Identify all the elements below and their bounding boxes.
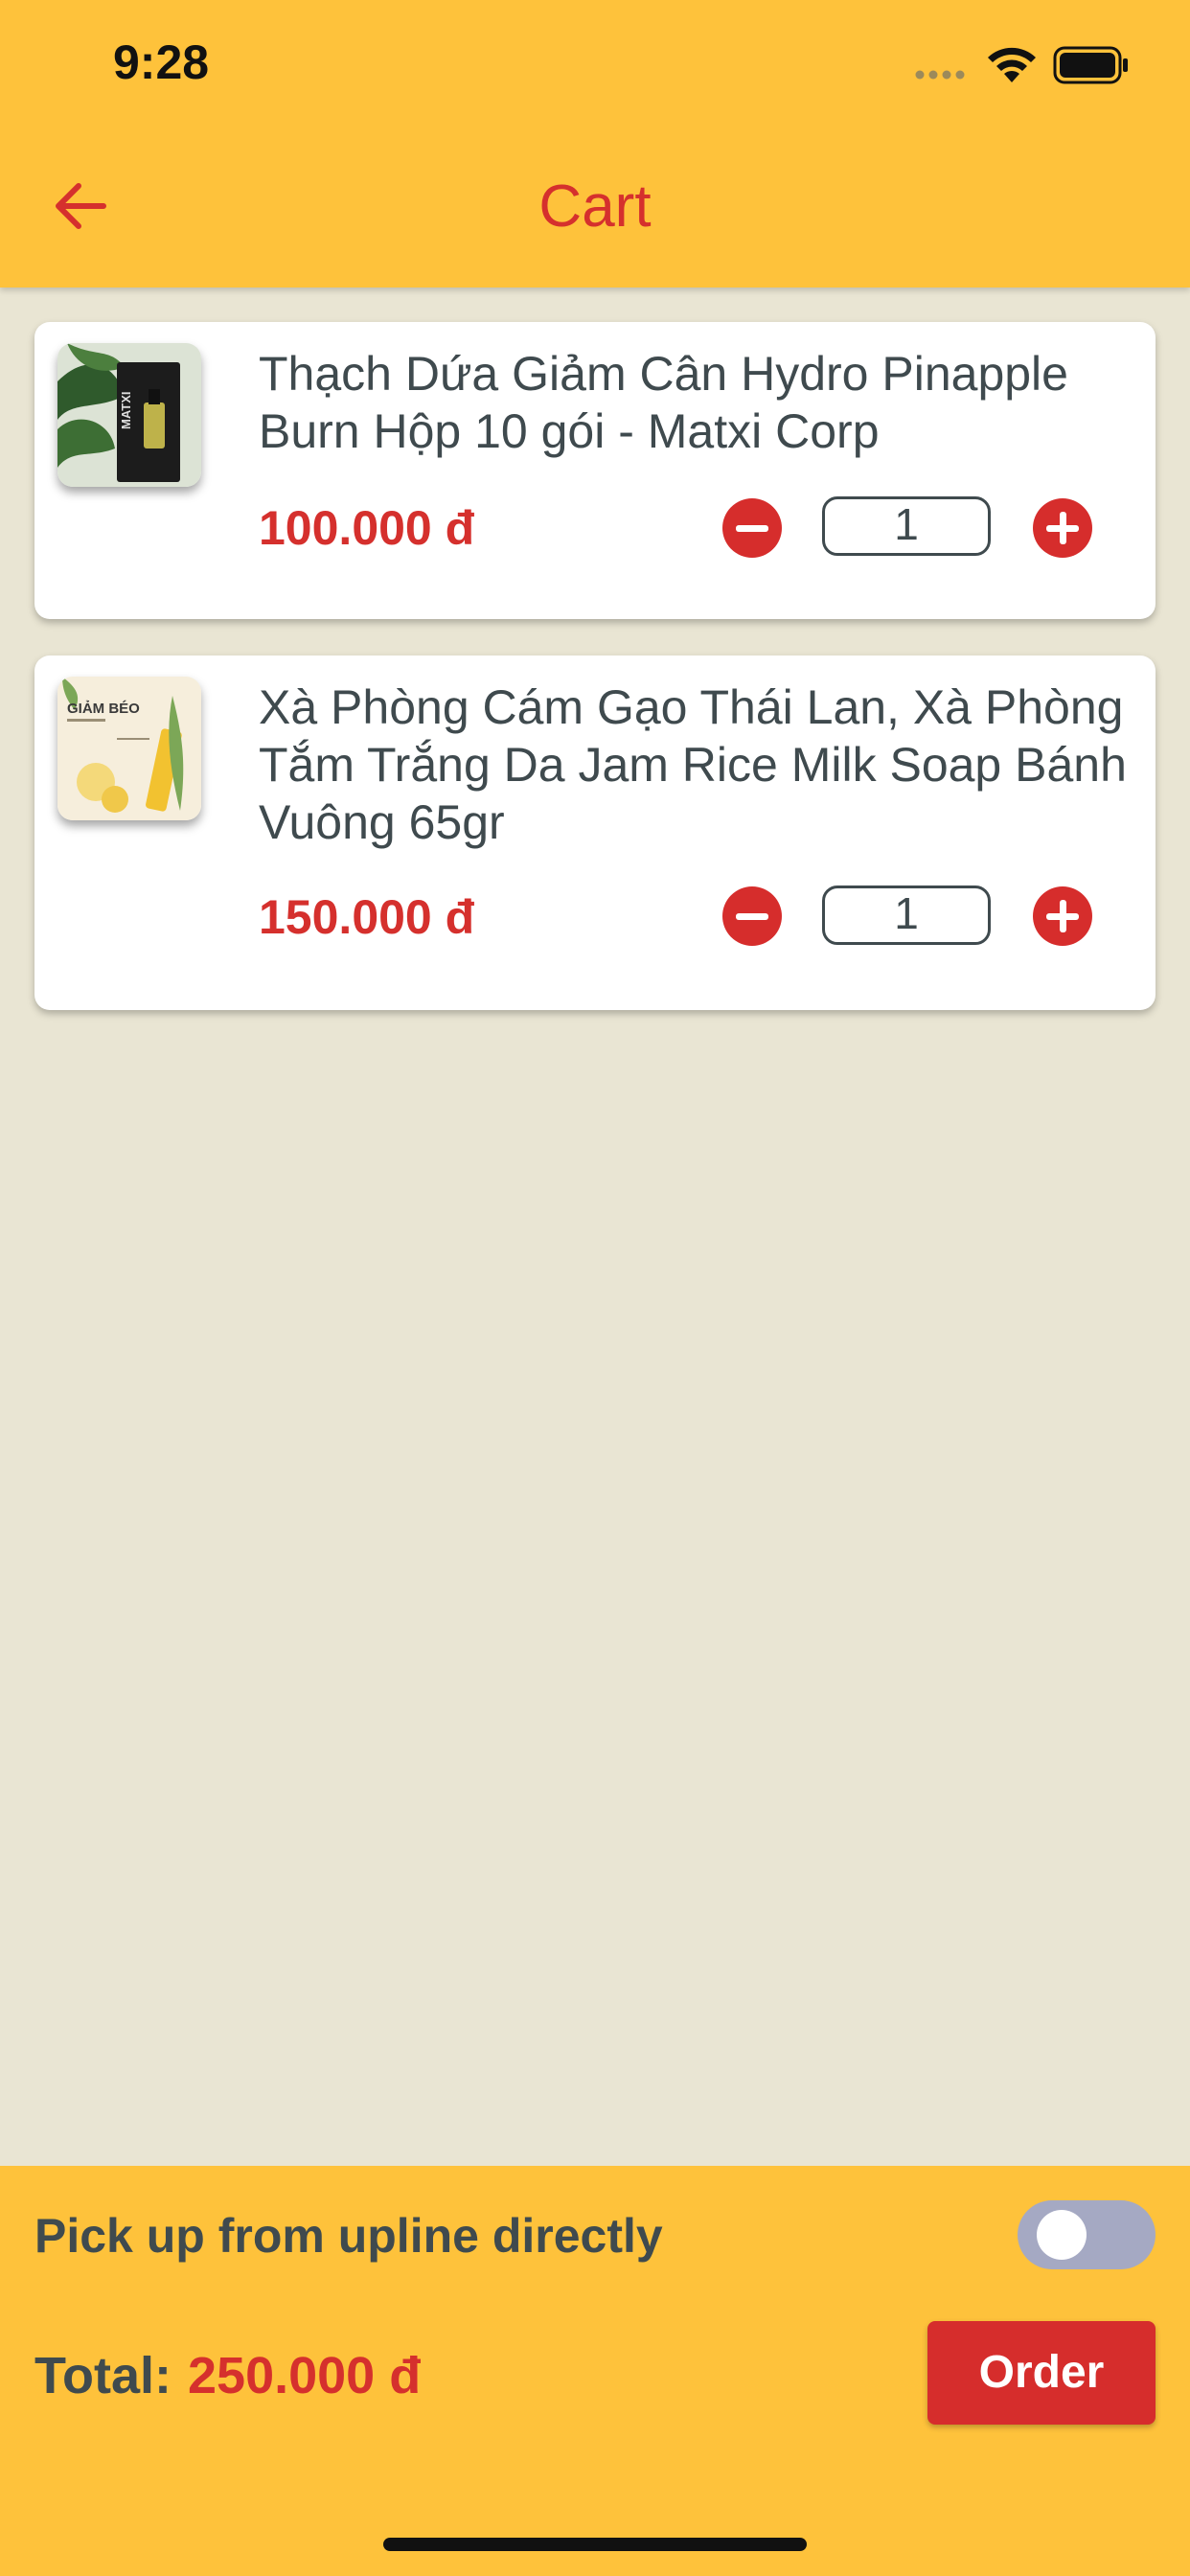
toggle-knob (1037, 2210, 1087, 2260)
increase-quantity-button[interactable] (1033, 498, 1092, 558)
checkout-panel: Pick up from upline directly Total: 250.… (0, 2166, 1190, 2576)
product-name[interactable]: Xà Phòng Cám Gạo Thái Lan, Xà Phòng Tắm … (259, 678, 1140, 851)
battery-icon (1053, 46, 1128, 84)
cart-item: GIẢM BÉO Xà Phòng Cám Gạo Thái Lan, Xà P… (34, 656, 1156, 1010)
product-thumbnail[interactable]: MATXI (57, 343, 201, 487)
quantity-field[interactable]: 1 (822, 886, 991, 945)
pickup-toggle[interactable] (1018, 2200, 1156, 2269)
quantity-field[interactable]: 1 (822, 496, 991, 556)
cart-item: MATXI Thạch Dứa Giảm Cân Hydro Pinapple … (34, 322, 1156, 619)
product-price: 150.000 đ (259, 890, 475, 944)
total-label: Total: (34, 2347, 172, 2404)
decrease-quantity-button[interactable] (722, 498, 782, 558)
product-name[interactable]: Thạch Dứa Giảm Cân Hydro Pinapple Burn H… (259, 345, 1140, 460)
product-price: 100.000 đ (259, 501, 475, 555)
top-app-bar: 9:28 Cart (0, 0, 1190, 288)
page-title: Cart (538, 173, 652, 240)
order-button[interactable]: Order (927, 2321, 1156, 2425)
svg-text:GIẢM BÉO: GIẢM BÉO (67, 701, 140, 717)
increase-quantity-button[interactable] (1033, 886, 1092, 946)
wifi-icon (988, 47, 1036, 82)
status-time: 9:28 (113, 35, 210, 89)
decrease-quantity-button[interactable] (722, 886, 782, 946)
svg-text:MATXI: MATXI (119, 392, 133, 429)
minus-icon (736, 913, 768, 920)
minus-icon (736, 525, 768, 532)
product-thumbnail[interactable]: GIẢM BÉO (57, 677, 201, 820)
signal-icon (915, 70, 965, 80)
home-indicator[interactable] (383, 2538, 807, 2551)
pickup-label: Pick up from upline directly (34, 2209, 663, 2263)
total-value: 250.000 đ (188, 2347, 422, 2404)
